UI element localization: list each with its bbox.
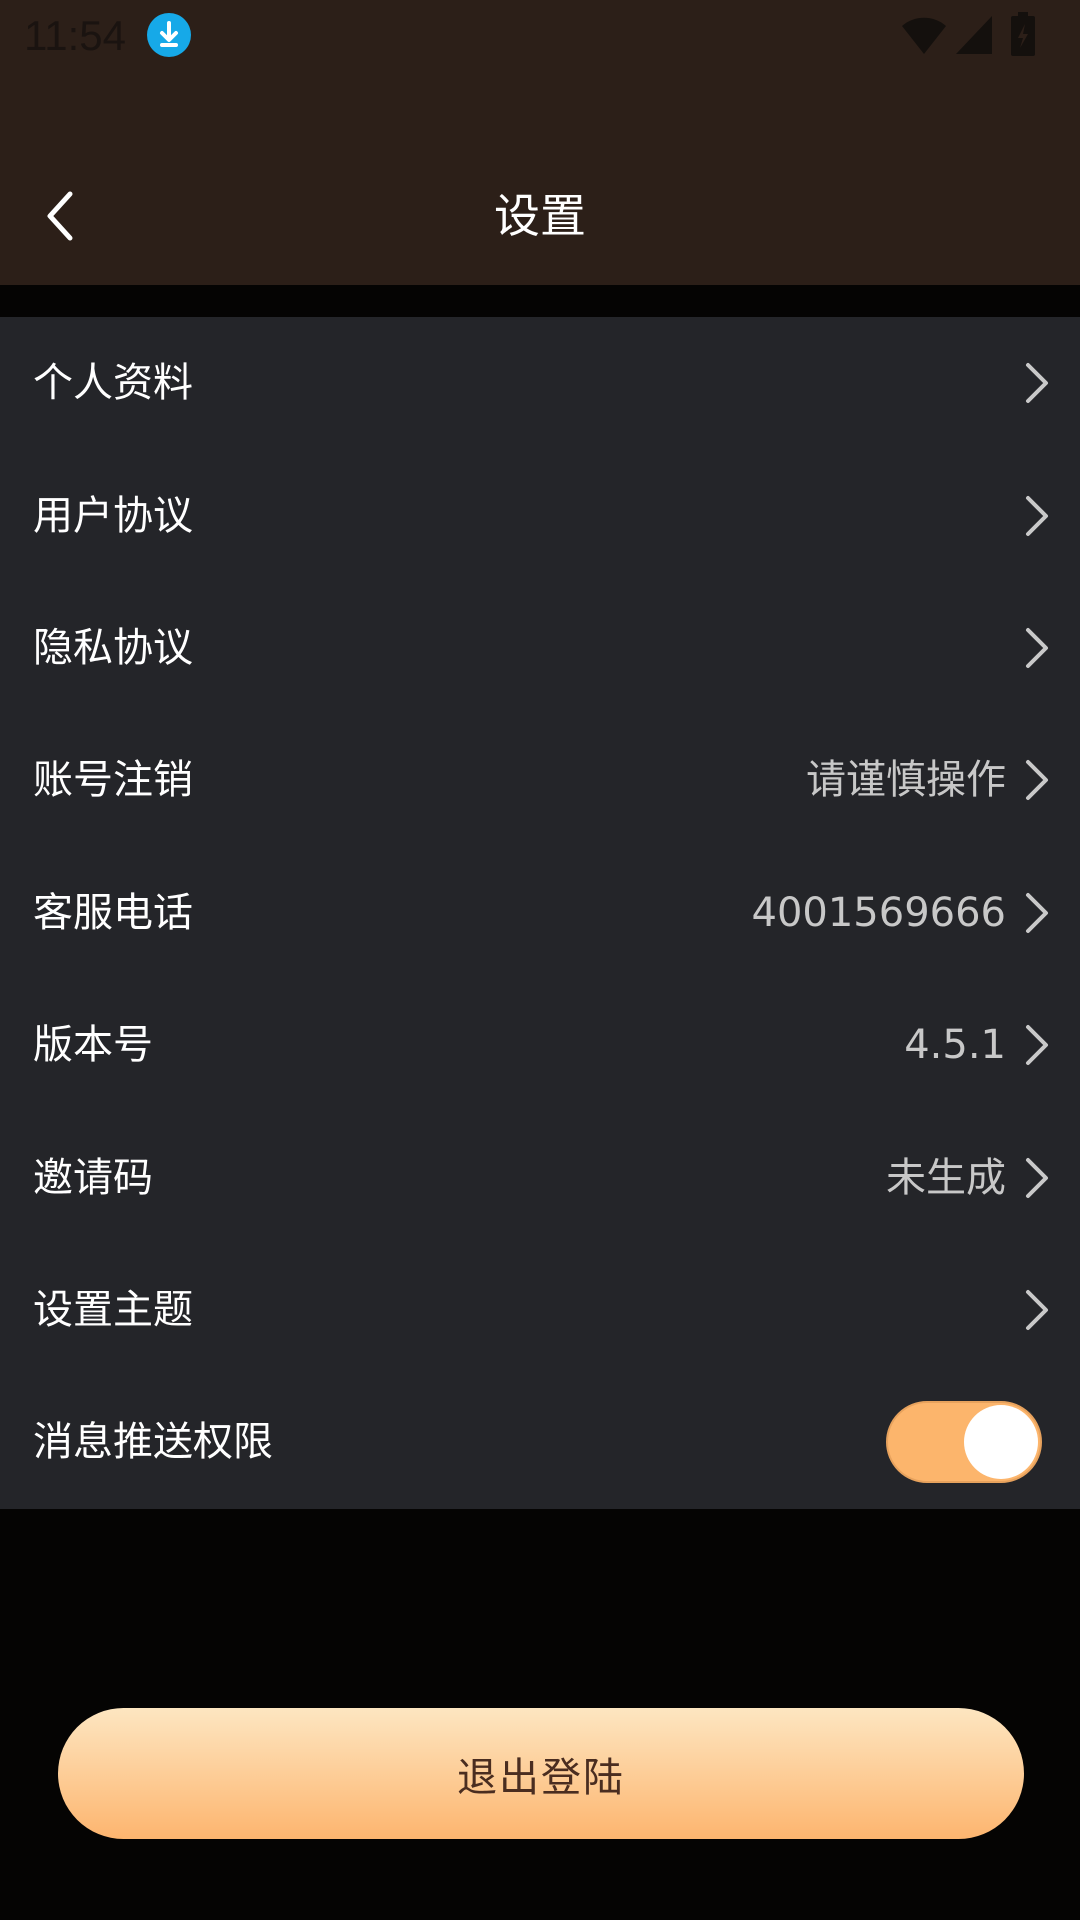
toggle-knob: [964, 1405, 1038, 1480]
chevron-right-icon: [1026, 1289, 1048, 1330]
row-version[interactable]: 版本号 4.5.1: [0, 979, 1080, 1111]
settings-screen: 11:54 设置 个人资料 用户协议 隐私协议 账号注销 请谨慎操作 客服电话 …: [0, 0, 1080, 1920]
row-privacy-agreement[interactable]: 隐私协议: [0, 582, 1080, 714]
row-label: 隐私协议: [33, 624, 193, 671]
chevron-right-icon: [1026, 363, 1048, 404]
row-label: 客服电话: [33, 889, 193, 936]
download-icon: [146, 12, 192, 58]
row-label: 用户协议: [33, 492, 193, 539]
logout-button[interactable]: 退出登陆: [58, 1708, 1024, 1839]
chevron-right-icon: [1026, 1157, 1048, 1198]
row-user-agreement[interactable]: 用户协议: [0, 449, 1080, 581]
row-label: 消息推送权限: [33, 1419, 273, 1466]
row-value: 4001569666: [751, 889, 1007, 936]
row-service-phone[interactable]: 客服电话 4001569666: [0, 847, 1080, 979]
page-title: 设置: [494, 189, 586, 243]
row-theme[interactable]: 设置主题: [0, 1244, 1080, 1376]
signal-icon: [956, 16, 992, 54]
status-icons: [860, 12, 1080, 60]
row-label: 版本号: [33, 1022, 153, 1069]
status-bar: 11:54: [0, 0, 1080, 72]
settings-list: 个人资料 用户协议 隐私协议 账号注销 请谨慎操作 客服电话 400156966…: [0, 317, 1080, 1509]
wifi-icon: [902, 17, 946, 54]
chevron-right-icon: [1026, 760, 1048, 801]
chevron-right-icon: [1026, 627, 1048, 668]
row-value: 4.5.1: [904, 1022, 1006, 1069]
chevron-right-icon: [1026, 1025, 1048, 1066]
row-push-permission: 消息推送权限: [0, 1376, 1080, 1508]
row-label: 个人资料: [33, 360, 193, 407]
chevron-right-icon: [1026, 495, 1048, 536]
row-profile[interactable]: 个人资料: [0, 317, 1080, 449]
push-toggle[interactable]: [886, 1401, 1042, 1484]
row-label: 账号注销: [33, 757, 193, 804]
logout-label: 退出登陆: [457, 1755, 625, 1800]
row-label: 邀请码: [33, 1154, 153, 1201]
battery-icon: [1011, 12, 1035, 56]
row-label: 设置主题: [33, 1286, 193, 1333]
status-time: 11:54: [24, 12, 126, 59]
header: 11:54 设置: [0, 0, 1080, 285]
row-invite-code[interactable]: 邀请码 未生成: [0, 1111, 1080, 1243]
row-value: 请谨慎操作: [806, 757, 1006, 804]
row-value: 未生成: [886, 1154, 1006, 1201]
row-account-cancel[interactable]: 账号注销 请谨慎操作: [0, 714, 1080, 846]
chevron-right-icon: [1026, 892, 1048, 933]
